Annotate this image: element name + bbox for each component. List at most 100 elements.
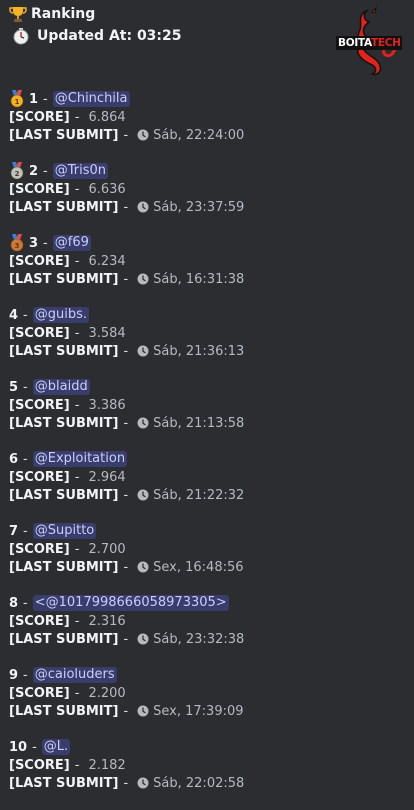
score-line: [SCORE] -2.200 bbox=[9, 684, 406, 702]
dash-separator: - bbox=[123, 127, 129, 143]
rank-number: 8 bbox=[9, 595, 19, 611]
dash-separator: - bbox=[123, 487, 129, 503]
score-value: 2.182 bbox=[88, 757, 126, 773]
boitatech-logo: BOITATECH bbox=[334, 6, 404, 78]
user-mention[interactable]: @guibs. bbox=[32, 307, 90, 323]
score-value: 3.584 bbox=[88, 325, 126, 341]
dash-separator: - bbox=[43, 235, 48, 251]
svg-text:3: 3 bbox=[15, 242, 20, 250]
rank-number: 7 bbox=[9, 523, 19, 539]
score-value: 2.316 bbox=[88, 613, 126, 629]
score-line: [SCORE] -2.700 bbox=[9, 540, 406, 558]
last-submit-line: [LAST SUBMIT] - Sáb, 21:36:13 bbox=[9, 342, 406, 360]
user-mention[interactable]: @f69 bbox=[52, 235, 91, 251]
dash-separator: - bbox=[74, 757, 80, 773]
gold-medal-icon: 1 bbox=[9, 90, 25, 108]
rank-line: 7- @Supitto bbox=[9, 522, 406, 540]
user-mention[interactable]: @blaidd bbox=[32, 379, 90, 395]
dash-separator: - bbox=[123, 199, 129, 215]
stopwatch-icon bbox=[13, 27, 29, 45]
rank-line: 6- @Exploitation bbox=[9, 450, 406, 468]
last-submit-line: [LAST SUBMIT] - Sáb, 23:37:59 bbox=[9, 198, 406, 216]
rank-line: 10- @L. bbox=[9, 738, 406, 756]
last-submit-label: [LAST SUBMIT] bbox=[9, 703, 119, 719]
dash-separator: - bbox=[74, 253, 80, 269]
dash-separator: - bbox=[23, 307, 28, 323]
dash-separator: - bbox=[74, 469, 80, 485]
user-mention[interactable]: @L. bbox=[41, 739, 71, 755]
timestamp-text: Sáb, 23:37:59 bbox=[153, 199, 245, 215]
user-mention[interactable]: @Tris0n bbox=[52, 163, 109, 179]
score-label: [SCORE] bbox=[9, 757, 70, 773]
updated-row: Updated At: 03:25 bbox=[9, 26, 182, 46]
dash-separator: - bbox=[123, 415, 129, 431]
last-submit-line: [LAST SUBMIT] - Sáb, 22:02:58 bbox=[9, 774, 406, 792]
ranking-entry: 2 2- @Tris0n [SCORE] -6.636 [LAST SUBMIT] - Sáb… bbox=[9, 162, 406, 234]
timestamp-text: Sáb, 16:31:38 bbox=[153, 271, 245, 287]
dash-separator: - bbox=[123, 703, 129, 719]
score-line: [SCORE] -6.234 bbox=[9, 252, 406, 270]
timestamp-text: Sáb, 22:02:58 bbox=[153, 775, 245, 791]
timestamp-text: Sáb, 22:24:00 bbox=[153, 127, 245, 143]
timestamp: Sáb, 21:36:13 bbox=[137, 344, 244, 359]
user-mention[interactable]: <@1017998666058973305> bbox=[32, 595, 229, 611]
timestamp-text: Sáb, 21:13:58 bbox=[153, 415, 245, 431]
rank-line: 5- @blaidd bbox=[9, 378, 406, 396]
last-submit-label: [LAST SUBMIT] bbox=[9, 343, 119, 359]
user-mention[interactable]: @Exploitation bbox=[32, 451, 128, 467]
score-line: [SCORE] -3.386 bbox=[9, 396, 406, 414]
user-mention[interactable]: @caioluders bbox=[32, 667, 117, 683]
dash-separator: - bbox=[123, 559, 129, 575]
dash-separator: - bbox=[123, 271, 129, 287]
rank-line: 4- @guibs. bbox=[9, 306, 406, 324]
score-value: 6.234 bbox=[88, 253, 126, 269]
rank-line: 2 2- @Tris0n bbox=[9, 162, 406, 180]
timestamp: Sáb, 16:31:38 bbox=[137, 272, 244, 287]
ranking-entry: 6- @Exploitation [SCORE] -2.964 [LAST SUBMIT… bbox=[9, 450, 406, 522]
dash-separator: - bbox=[23, 451, 28, 467]
score-value: 2.700 bbox=[88, 541, 126, 557]
dash-separator: - bbox=[23, 667, 28, 683]
ranking-entry: 4- @guibs. [SCORE] -3.584 [LAST SUBMIT] - Sáb,… bbox=[9, 306, 406, 378]
timestamp-text: Sáb, 21:22:32 bbox=[153, 487, 245, 503]
logo-text: BOITATECH bbox=[338, 37, 401, 49]
dash-separator: - bbox=[74, 613, 80, 629]
last-submit-label: [LAST SUBMIT] bbox=[9, 559, 119, 575]
score-line: [SCORE] -3.584 bbox=[9, 324, 406, 342]
rank-number: 9 bbox=[9, 667, 19, 683]
ranking-entry: 9- @caioluders [SCORE] -2.200 [LAST SUBMIT] -… bbox=[9, 666, 406, 738]
dash-separator: - bbox=[43, 91, 48, 107]
rank-line: 1 1- @Chinchila bbox=[9, 90, 406, 108]
score-line: [SCORE] -2.316 bbox=[9, 612, 406, 630]
last-submit-label: [LAST SUBMIT] bbox=[9, 487, 119, 503]
ranking-title: Ranking bbox=[31, 6, 96, 22]
last-submit-label: [LAST SUBMIT] bbox=[9, 631, 119, 647]
last-submit-line: [LAST SUBMIT] - Sáb, 23:32:38 bbox=[9, 630, 406, 648]
rank-number: 5 bbox=[9, 379, 19, 395]
score-value: 6.636 bbox=[88, 181, 126, 197]
timestamp-text: Sex, 17:39:09 bbox=[153, 703, 244, 719]
clock-icon bbox=[137, 489, 149, 501]
clock-icon bbox=[137, 273, 149, 285]
last-submit-line: [LAST SUBMIT] - Sex, 17:39:09 bbox=[9, 702, 406, 720]
trophy-icon bbox=[9, 5, 27, 23]
dash-separator: - bbox=[74, 181, 80, 197]
score-label: [SCORE] bbox=[9, 613, 70, 629]
last-submit-line: [LAST SUBMIT] - Sáb, 21:13:58 bbox=[9, 414, 406, 432]
user-mention[interactable]: @Supitto bbox=[32, 523, 97, 539]
user-mention[interactable]: @Chinchila bbox=[52, 91, 130, 107]
score-value: 2.964 bbox=[88, 469, 126, 485]
dash-separator: - bbox=[74, 109, 80, 125]
rank-line: 3 3- @f69 bbox=[9, 234, 406, 252]
score-value: 2.200 bbox=[88, 685, 126, 701]
timestamp-text: Sáb, 23:32:38 bbox=[153, 631, 245, 647]
embed-header: Ranking Updated At: 03:25 bbox=[9, 4, 182, 46]
timestamp: Sáb, 21:22:32 bbox=[137, 488, 244, 503]
timestamp-text: Sex, 16:48:56 bbox=[153, 559, 244, 575]
score-line: [SCORE] -2.182 bbox=[9, 756, 406, 774]
ranking-entry: 7- @Supitto [SCORE] -2.700 [LAST SUBMIT] - Sex… bbox=[9, 522, 406, 594]
score-line: [SCORE] -2.964 bbox=[9, 468, 406, 486]
dash-separator: - bbox=[123, 775, 129, 791]
timestamp: Sáb, 21:13:58 bbox=[137, 416, 244, 431]
rank-number: 3 bbox=[29, 235, 39, 251]
